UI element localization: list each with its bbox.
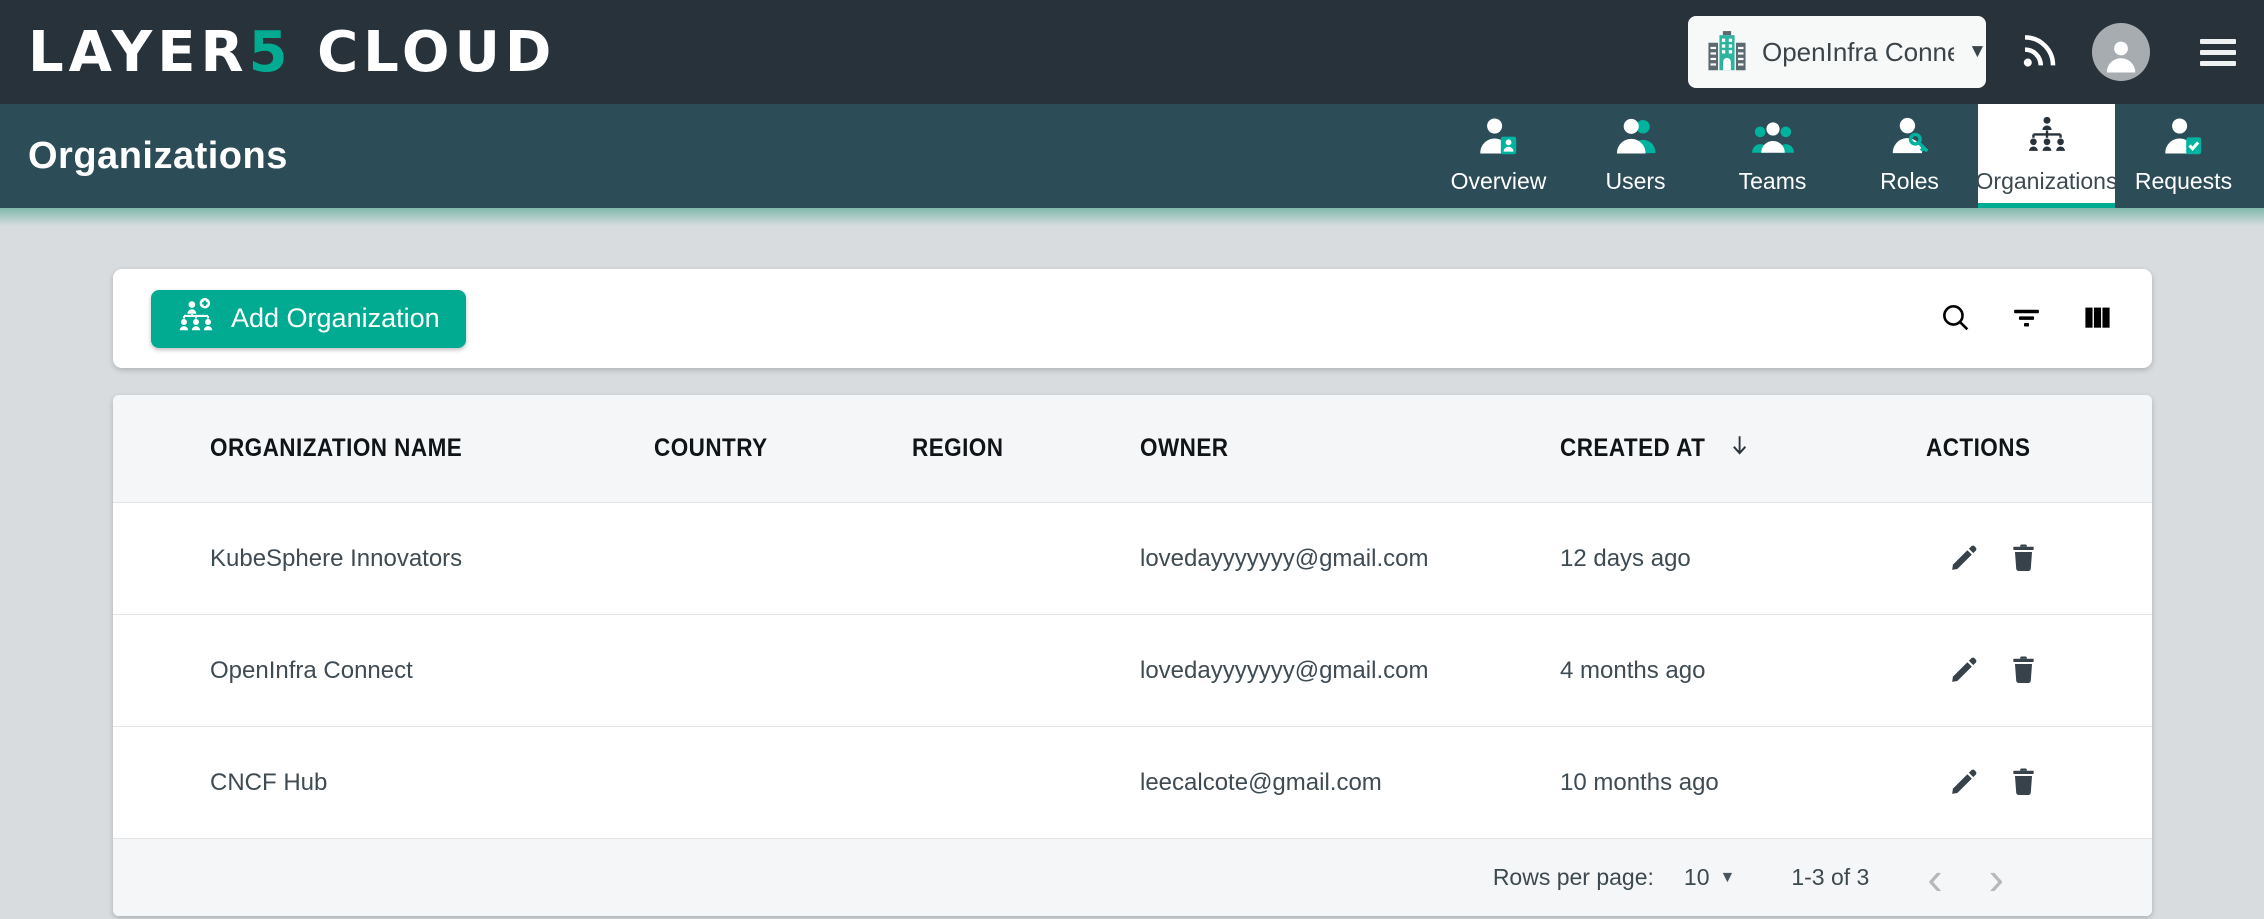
pencil-icon	[1948, 765, 1981, 801]
cell-organization-name: CNCF Hub	[210, 769, 654, 797]
chevron-left-icon: ‹	[1927, 855, 1942, 901]
broadcast-icon	[2018, 30, 2060, 75]
cell-actions	[1926, 653, 2152, 689]
logo-cloud: CLOUD	[317, 20, 556, 85]
person-key-icon	[1888, 115, 1932, 159]
add-org-chart-icon	[177, 296, 215, 341]
column-header-created-at[interactable]: CREATED AT	[1560, 431, 1926, 466]
top-bar: LAYER5 CLOUD	[0, 0, 2264, 104]
edit-button[interactable]	[1948, 541, 1981, 577]
pager: ‹ ›	[1927, 855, 2004, 901]
person-clipboard-icon	[2162, 115, 2206, 159]
cell-organization-name: KubeSphere Innovators	[210, 545, 654, 573]
teams-icon	[1751, 115, 1795, 159]
cell-actions	[1926, 541, 2152, 577]
delete-button[interactable]	[2007, 765, 2040, 801]
tab-label: Users	[1605, 168, 1665, 195]
avatar-button[interactable]	[2092, 23, 2150, 81]
logo-layer: LAYER	[28, 20, 249, 85]
table-header-row: ORGANIZATION NAME COUNTRY REGION OWNER C…	[113, 395, 2152, 503]
logo-five: 5	[249, 20, 293, 85]
tab-label: Roles	[1880, 168, 1939, 195]
view-columns-icon	[2081, 301, 2114, 337]
cell-owner: lovedayyyyyyy@gmail.com	[1140, 657, 1560, 685]
column-header-organization-name[interactable]: ORGANIZATION NAME	[210, 434, 654, 463]
search-icon	[1939, 301, 1972, 337]
tab-requests[interactable]: Requests	[2115, 104, 2252, 208]
chevron-right-icon: ›	[1989, 855, 2004, 901]
add-organization-label: Add Organization	[231, 303, 440, 334]
chevron-down-icon: ▼	[1968, 41, 1987, 63]
next-page-button[interactable]: ›	[1989, 855, 2004, 901]
previous-page-button[interactable]: ‹	[1927, 855, 1942, 901]
top-bar-right: OpenInfra Connect ▼	[1688, 16, 2236, 88]
page-title: Organizations	[28, 135, 288, 178]
column-header-country[interactable]: COUNTRY	[654, 434, 912, 463]
trash-icon	[2007, 541, 2040, 577]
tab-overview[interactable]: Overview	[1430, 104, 1567, 208]
hamburger-menu-button[interactable]	[2200, 39, 2236, 66]
pencil-icon	[1948, 653, 1981, 689]
organizations-table: ORGANIZATION NAME COUNTRY REGION OWNER C…	[113, 395, 2152, 916]
cell-created-at: 4 months ago	[1560, 657, 1926, 685]
edit-button[interactable]	[1948, 765, 1981, 801]
table-toolbar: Add Organization	[113, 269, 2152, 368]
org-switcher-label: OpenInfra Connect	[1762, 37, 1954, 68]
cell-created-at: 10 months ago	[1560, 769, 1926, 797]
tab-label: Teams	[1739, 168, 1807, 195]
sub-header: Organizations Overview	[0, 104, 2264, 208]
table-row: CNCF Hub leecalcote@gmail.com 10 months …	[113, 727, 2152, 839]
toolbar-actions	[1939, 301, 2114, 337]
chevron-down-icon: ▼	[1720, 869, 1736, 887]
cell-owner: lovedayyyyyyy@gmail.com	[1140, 545, 1560, 573]
tab-teams[interactable]: Teams	[1704, 104, 1841, 208]
org-switcher-button[interactable]: OpenInfra Connect ▼	[1688, 16, 1986, 88]
nav-tabs: Overview Users	[1430, 104, 2252, 208]
layer5-cloud-screen: LAYER5 CLOUD	[0, 0, 2264, 919]
rows-per-page-label: Rows per page:	[1493, 864, 1654, 891]
tab-label: Requests	[2135, 168, 2232, 195]
cell-created-at: 12 days ago	[1560, 545, 1926, 573]
person-card-icon	[1477, 115, 1521, 159]
trash-icon	[2007, 765, 2040, 801]
tab-label: Overview	[1451, 168, 1547, 195]
column-header-owner[interactable]: OWNER	[1140, 434, 1560, 463]
delete-button[interactable]	[2007, 653, 2040, 689]
subheader-gradient-strip	[0, 208, 2264, 226]
add-organization-button[interactable]: Add Organization	[151, 290, 466, 348]
table-row: KubeSphere Innovators lovedayyyyyyy@gmai…	[113, 503, 2152, 615]
layer5-cloud-logo: LAYER5 CLOUD	[28, 20, 556, 85]
delete-button[interactable]	[2007, 541, 2040, 577]
pagination-range: 1-3 of 3	[1791, 864, 1869, 891]
column-header-region[interactable]: REGION	[912, 434, 1140, 463]
tab-users[interactable]: Users	[1567, 104, 1704, 208]
rows-per-page-value: 10	[1684, 864, 1710, 891]
cell-actions	[1926, 765, 2152, 801]
search-button[interactable]	[1939, 301, 1972, 337]
view-columns-button[interactable]	[2081, 301, 2114, 337]
cell-owner: leecalcote@gmail.com	[1140, 769, 1560, 797]
broadcast-button[interactable]	[2018, 30, 2060, 75]
tab-label: Organizations	[1976, 168, 2118, 195]
filter-icon	[2010, 301, 2043, 337]
menu-icon	[2200, 39, 2236, 44]
sort-desc-arrow-icon	[1727, 431, 1752, 466]
org-chart-icon	[2025, 115, 2069, 159]
building-icon	[1706, 29, 1748, 76]
edit-button[interactable]	[1948, 653, 1981, 689]
avatar	[2092, 23, 2150, 81]
table-pagination: Rows per page: 10 ▼ 1-3 of 3 ‹ ›	[113, 839, 2152, 916]
pencil-icon	[1948, 541, 1981, 577]
tab-organizations[interactable]: Organizations	[1978, 104, 2115, 208]
rows-per-page-select[interactable]: 10 ▼	[1684, 864, 1735, 891]
cell-organization-name: OpenInfra Connect	[210, 657, 654, 685]
users-icon	[1614, 115, 1658, 159]
trash-icon	[2007, 653, 2040, 689]
table-row: OpenInfra Connect lovedayyyyyyy@gmail.co…	[113, 615, 2152, 727]
column-header-actions: ACTIONS	[1926, 434, 2152, 463]
tab-roles[interactable]: Roles	[1841, 104, 1978, 208]
filter-button[interactable]	[2010, 301, 2043, 337]
